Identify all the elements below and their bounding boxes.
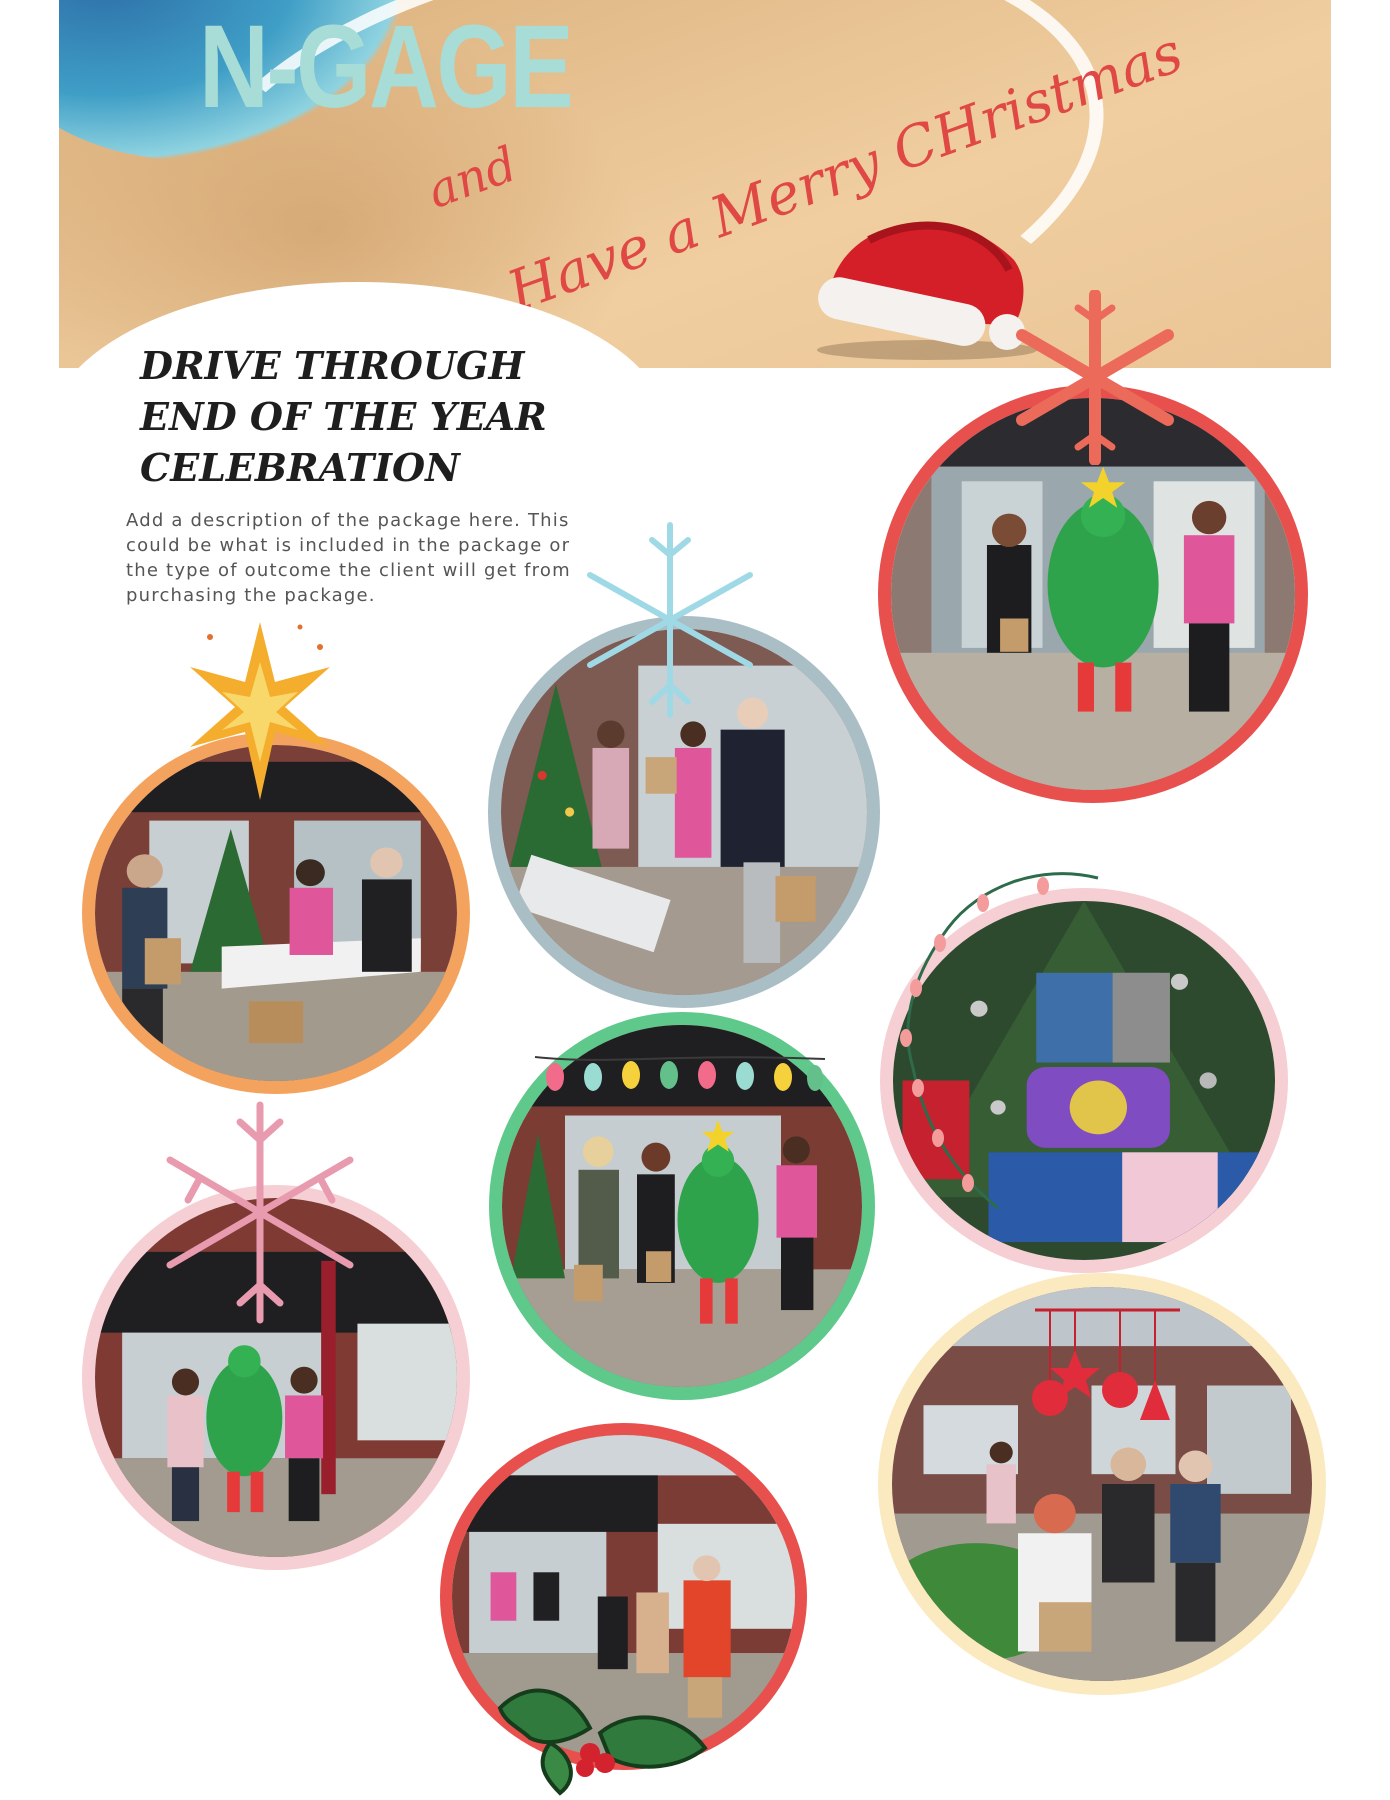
snowflake-icon xyxy=(587,522,753,718)
ornament-icon xyxy=(1032,1308,1180,1420)
string-lights-icon xyxy=(535,1056,825,1091)
star-icon xyxy=(190,622,330,800)
string-lights-icon xyxy=(900,872,1099,1210)
holly-icon xyxy=(497,1688,708,1796)
page-title: DRIVE THROUGH END OF THE YEAR CELEBRATIO… xyxy=(140,343,547,490)
snowflake-icon xyxy=(1016,290,1174,465)
brand-title: N-GAGE xyxy=(199,1,574,133)
santa-hat-icon xyxy=(817,221,1037,360)
package-description: Add a description of the package here. T… xyxy=(126,510,571,606)
snowflake-icon xyxy=(166,1101,354,1324)
